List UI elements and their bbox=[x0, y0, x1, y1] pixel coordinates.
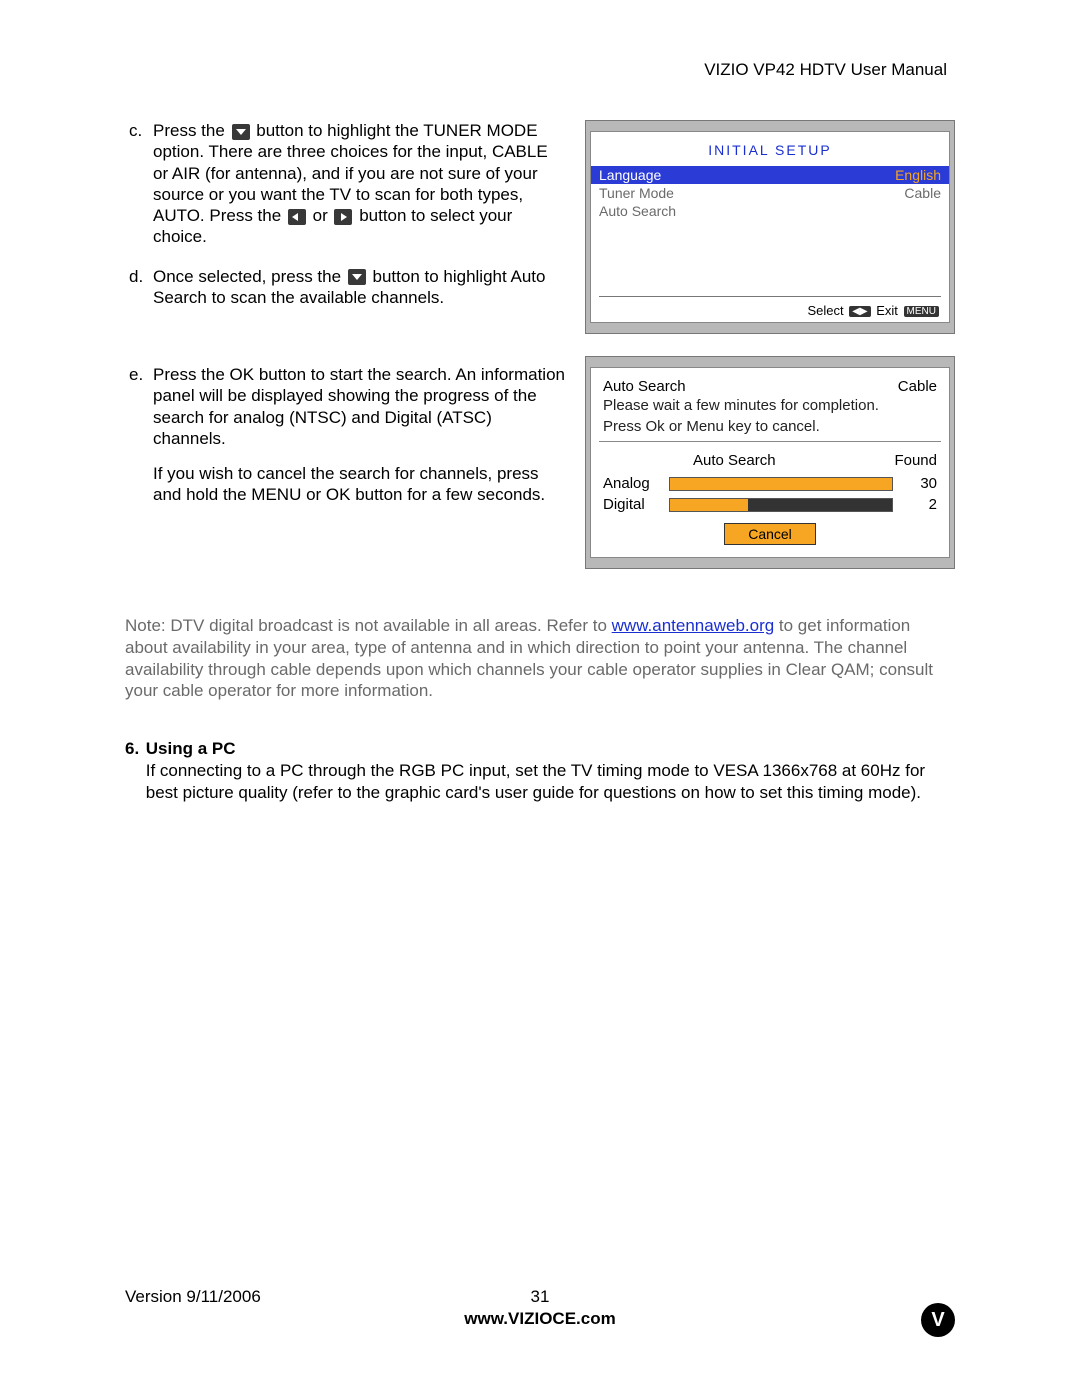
page-footer: Version 9/11/2006 31 www.VIZIOCE.com V bbox=[125, 1287, 955, 1329]
vizio-logo-icon: V bbox=[921, 1303, 955, 1337]
section6-marker: 6. bbox=[125, 738, 146, 803]
osd1-title: INITIAL SETUP bbox=[591, 132, 949, 166]
screenshot-column: INITIAL SETUP Language English Tuner Mod… bbox=[585, 120, 955, 591]
instruction-text-column: c. Press the button to highlight the TUN… bbox=[125, 120, 567, 591]
osd1-row-label: Language bbox=[599, 167, 661, 183]
osd1-footer: Select ◀▶ Exit MENU bbox=[599, 296, 941, 322]
osd1-body: Language English Tuner Mode Cable Auto S… bbox=[591, 166, 949, 296]
osd1-row-label: Auto Search bbox=[599, 203, 676, 219]
step-e-marker: e. bbox=[125, 364, 153, 506]
step-c-body: Press the button to highlight the TUNER … bbox=[153, 120, 567, 248]
osd2-divider bbox=[599, 441, 941, 442]
osd2-mode: Cable bbox=[898, 378, 937, 395]
osd1-footer-exit: Exit bbox=[876, 303, 898, 318]
progress-bar-track bbox=[669, 498, 893, 512]
osd2-msg1: Please wait a few minutes for completion… bbox=[603, 397, 937, 414]
step-d-marker: d. bbox=[125, 266, 153, 309]
section6-body: If connecting to a PC through the RGB PC… bbox=[146, 760, 955, 804]
osd2-row-found: 2 bbox=[899, 496, 937, 513]
down-arrow-icon bbox=[232, 124, 250, 140]
osd2-col-right: Found bbox=[877, 452, 937, 469]
progress-bar-fill bbox=[670, 499, 748, 511]
note-paragraph: Note: DTV digital broadcast is not avail… bbox=[125, 615, 955, 702]
progress-bar-track bbox=[669, 477, 893, 491]
osd1-row-language: Language English bbox=[591, 166, 949, 184]
step-d-body: Once selected, press the button to highl… bbox=[153, 266, 567, 309]
osd1-row-tuner: Tuner Mode Cable bbox=[591, 184, 949, 202]
osd-auto-search: Auto Search Cable Please wait a few minu… bbox=[585, 356, 955, 569]
section-6: 6. Using a PC If connecting to a PC thro… bbox=[125, 738, 955, 803]
step-c-marker: c. bbox=[125, 120, 153, 248]
left-arrow-icon bbox=[288, 209, 306, 225]
footer-page-number: 31 bbox=[531, 1287, 550, 1307]
osd2-col-mid: Auto Search bbox=[663, 452, 877, 469]
step-d: d. Once selected, press the button to hi… bbox=[125, 266, 567, 309]
step-e-p1: Press the OK button to start the search.… bbox=[153, 364, 567, 449]
osd2-row-label: Analog bbox=[603, 475, 663, 492]
footer-version: Version 9/11/2006 bbox=[125, 1287, 261, 1307]
osd1-row-autosearch: Auto Search bbox=[591, 202, 949, 220]
step-e-p2: If you wish to cancel the search for cha… bbox=[153, 463, 567, 506]
cancel-button[interactable]: Cancel bbox=[724, 523, 816, 545]
footer-url: www.VIZIOCE.com bbox=[125, 1309, 955, 1329]
down-arrow-icon bbox=[348, 269, 366, 285]
osd2-row-label: Digital bbox=[603, 496, 663, 513]
osd2-top: Auto Search Cable bbox=[603, 378, 937, 395]
osd2-msg2: Press Ok or Menu key to cancel. bbox=[603, 418, 937, 435]
osd2-row-digital: Digital 2 bbox=[603, 496, 937, 513]
step-e-wrap: e. Press the OK button to start the sear… bbox=[125, 364, 567, 506]
osd1-row-value: English bbox=[895, 167, 941, 183]
osd2-title: Auto Search bbox=[603, 378, 686, 395]
osd2-header-row: Auto Search Found bbox=[603, 452, 937, 469]
step-c: c. Press the button to highlight the TUN… bbox=[125, 120, 567, 248]
osd1-row-label: Tuner Mode bbox=[599, 185, 674, 201]
step-c-text1: Press the bbox=[153, 121, 230, 140]
step-d-text1: Once selected, press the bbox=[153, 267, 346, 286]
osd1-footer-select: Select bbox=[807, 303, 843, 318]
section6-title: Using a PC bbox=[146, 738, 955, 760]
step-e-body: Press the OK button to start the search.… bbox=[153, 364, 567, 506]
page-header: VIZIO VP42 HDTV User Manual bbox=[125, 60, 955, 80]
progress-bar-fill bbox=[670, 478, 892, 490]
osd2-row-found: 30 bbox=[899, 475, 937, 492]
osd2-row-analog: Analog 30 bbox=[603, 475, 937, 492]
arrow-pill-icon: ◀▶ bbox=[849, 306, 870, 317]
osd1-row-value: Cable bbox=[904, 185, 941, 201]
antennaweb-link[interactable]: www.antennaweb.org bbox=[612, 616, 775, 635]
osd-initial-setup: INITIAL SETUP Language English Tuner Mod… bbox=[585, 120, 955, 334]
upper-content: c. Press the button to highlight the TUN… bbox=[125, 120, 955, 591]
step-c-text3: or bbox=[308, 206, 333, 225]
step-e: e. Press the OK button to start the sear… bbox=[125, 364, 567, 506]
right-arrow-icon bbox=[334, 209, 352, 225]
note-pre: Note: DTV digital broadcast is not avail… bbox=[125, 616, 612, 635]
menu-pill-icon: MENU bbox=[904, 306, 939, 317]
